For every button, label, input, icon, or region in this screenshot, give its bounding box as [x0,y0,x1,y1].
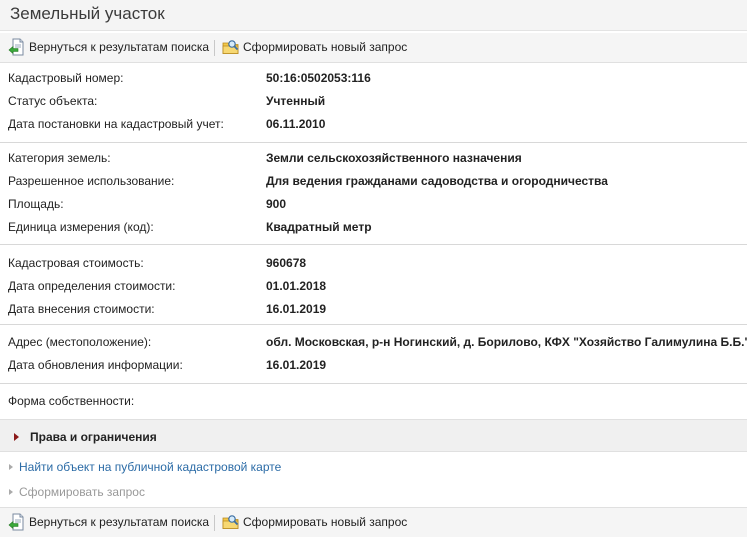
field-label: Кадастровый номер: [8,71,124,85]
field-label: Дата определения стоимости: [8,279,176,293]
document-back-icon [8,513,26,531]
section-address: Адрес (местоположение): обл. Московская,… [0,326,747,384]
bullet-arrow-icon [9,489,13,495]
info-row-status: Статус объекта: Учтенный [0,92,747,110]
make-request-label: Сформировать запрос [19,485,145,499]
info-row-unit: Единица измерения (код): Квадратный метр [0,218,747,236]
page-title: Земельный участок [10,4,165,23]
toolbar-divider [214,515,215,531]
toolbar-divider [214,40,215,56]
field-value: 50:16:0502053:116 [266,71,371,85]
info-row-valuation-date: Дата определения стоимости: 01.01.2018 [0,277,747,295]
triangle-right-icon [14,433,19,441]
field-label: Статус объекта: [8,94,98,108]
field-label: Категория земель: [8,151,111,165]
info-row-value-entry-date: Дата внесения стоимости: 16.01.2019 [0,300,747,318]
make-request-link: Сформировать запрос [0,483,747,501]
section-valuation: Кадастровая стоимость: 960678 Дата опред… [0,246,747,325]
top-toolbar: Вернуться к результатам поиска Сформиров… [0,33,747,63]
info-row-area: Площадь: 900 [0,195,747,213]
info-row-permitted-use: Разрешенное использование: Для ведения г… [0,172,747,190]
section-land-details: Категория земель: Земли сельскохозяйстве… [0,144,747,245]
info-row-cadastral-value: Кадастровая стоимость: 960678 [0,254,747,272]
field-label: Адрес (местоположение): [8,335,152,349]
folder-search-icon [222,38,240,56]
find-on-public-map-link[interactable]: Найти объект на публичной кадастровой ка… [0,458,747,476]
info-row-ownership-form: Форма собственности: [0,392,747,410]
new-request-button[interactable]: Сформировать новый запрос [222,37,407,57]
field-label: Кадастровая стоимость: [8,256,144,270]
new-request-button[interactable]: Сформировать новый запрос [222,512,407,532]
field-value: 06.11.2010 [266,117,326,131]
page-header: Земельный участок [0,0,747,31]
info-row-land-category: Категория земель: Земли сельскохозяйстве… [0,149,747,167]
info-row-update-date: Дата обновления информации: 16.01.2019 [0,356,747,374]
field-value: 01.01.2018 [266,279,327,293]
folder-search-icon [222,513,240,531]
find-on-public-map-label: Найти объект на публичной кадастровой ка… [19,460,282,474]
rights-and-restrictions-toggle[interactable]: Права и ограничения [0,419,747,452]
field-label: Площадь: [8,197,64,211]
back-to-results-button[interactable]: Вернуться к результатам поиска [8,512,209,532]
field-value: обл. Московская, р-н Ногинский, д. Борил… [266,335,747,349]
document-back-icon [8,38,26,56]
back-to-results-button[interactable]: Вернуться к результатам поиска [8,37,209,57]
field-value: 900 [266,197,287,211]
field-value: Квадратный метр [266,220,372,234]
section-ownership: Форма собственности: [0,385,747,419]
new-request-label: Сформировать новый запрос [243,40,408,54]
field-value: 16.01.2019 [266,358,327,372]
bullet-arrow-icon [9,464,13,470]
back-to-results-label: Вернуться к результатам поиска [29,40,210,54]
back-to-results-label: Вернуться к результатам поиска [29,515,210,529]
field-value: 960678 [266,256,307,270]
field-value: 16.01.2019 [266,302,327,316]
bottom-toolbar: Вернуться к результатам поиска Сформиров… [0,507,747,537]
field-value: Учтенный [266,94,326,108]
field-label: Разрешенное использование: [8,174,175,188]
info-row-address: Адрес (местоположение): обл. Московская,… [0,333,747,351]
field-label: Единица измерения (код): [8,220,154,234]
field-value: Для ведения гражданами садоводства и ого… [266,174,608,188]
info-row-registration-date: Дата постановки на кадастровый учет: 06.… [0,115,747,133]
field-label: Дата обновления информации: [8,358,183,372]
field-label: Форма собственности: [8,394,135,408]
info-row-cadastral-number: Кадастровый номер: 50:16:0502053:116 [0,69,747,87]
field-label: Дата постановки на кадастровый учет: [8,117,224,131]
section-identification: Кадастровый номер: 50:16:0502053:116 Ста… [0,64,747,143]
field-label: Дата внесения стоимости: [8,302,155,316]
rights-and-restrictions-label: Права и ограничения [30,430,157,444]
new-request-label: Сформировать новый запрос [243,515,408,529]
field-value: Земли сельскохозяйственного назначения [266,151,522,165]
